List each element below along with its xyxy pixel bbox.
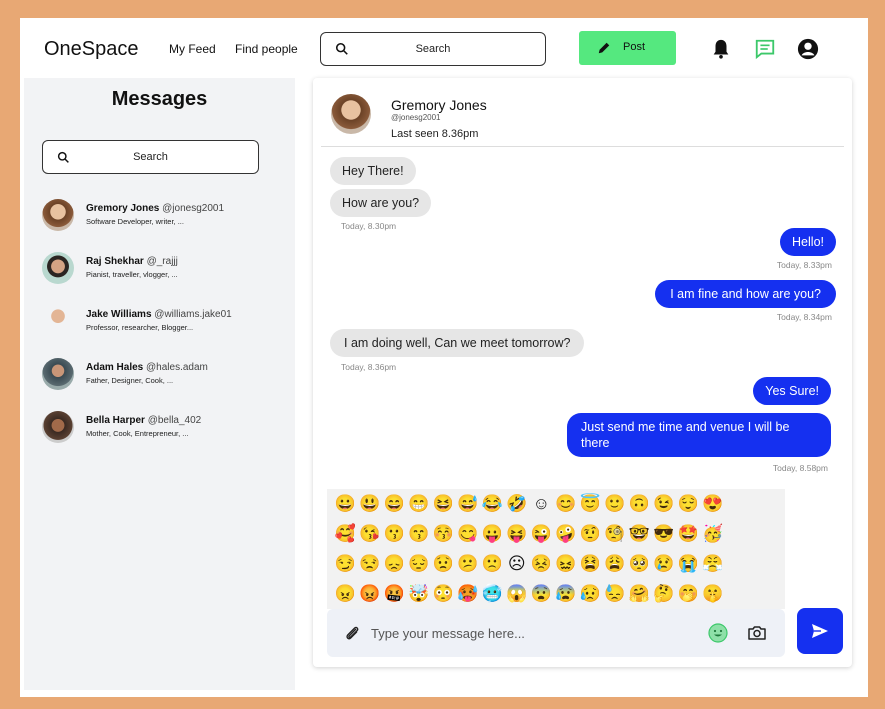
contact-description: Software Developer, writer, ... bbox=[86, 217, 184, 226]
message-bubble-incoming: How are you? bbox=[330, 189, 432, 217]
contact-name: Gremory Jones bbox=[86, 203, 160, 214]
emoji-icon[interactable] bbox=[708, 623, 728, 643]
post-button[interactable]: Post bbox=[579, 31, 676, 65]
emoji-picker[interactable]: 😀 😃 😄 😁 😆 😅 😂 🤣 ☺ 😊 😇 🙂 🙃 😉 😌 😍 🥰 😘 😗 😙 😚 😋 😛 😝 😜 🤪 🤨 🧐 🤓 😎 🤩 🥳 😏 😒 😞 😔 😟 😕… bbox=[327, 489, 785, 609]
sidebar-title: Messages bbox=[111, 88, 208, 110]
message-bubble-outgoing: Yes Sure! bbox=[753, 377, 831, 405]
contact-description: Professor, researcher, Blogger... bbox=[86, 323, 194, 332]
emoji-row[interactable]: 😏 😒 😞 😔 😟 😕 🙁 ☹ 😣 😖 😫 😩 🥺 😢 😭 😤 bbox=[333, 551, 725, 577]
send-button[interactable] bbox=[797, 608, 843, 654]
message-bubble-outgoing: Hello! bbox=[780, 228, 836, 256]
message-bubble-incoming: Hey There! bbox=[330, 157, 416, 185]
contact-item[interactable]: Jake Williams @williams.jake01 Professor… bbox=[42, 305, 282, 345]
message-timestamp: Today, 8.36pm bbox=[341, 362, 397, 372]
message-bubble-outgoing: I am fine and how are you? bbox=[655, 280, 836, 308]
sidebar-search-placeholder: Search bbox=[133, 151, 168, 163]
contact-item[interactable]: Raj Shekhar @_rajjj Pianist, traveller, … bbox=[42, 252, 282, 292]
avatar[interactable] bbox=[331, 94, 371, 134]
message-timestamp: Today, 8.30pm bbox=[341, 221, 397, 231]
pencil-icon bbox=[598, 42, 610, 54]
contact-name: Jake Williams bbox=[86, 309, 152, 320]
contact-item[interactable]: Gremory Jones @jonesg2001 Software Devel… bbox=[42, 199, 282, 239]
message-timestamp: Today, 8.34pm bbox=[776, 312, 832, 322]
post-button-label: Post bbox=[623, 41, 646, 53]
contact-handle: @jonesg2001 bbox=[162, 203, 225, 214]
divider bbox=[321, 146, 844, 147]
contact-handle: @williams.jake01 bbox=[154, 309, 232, 320]
avatar bbox=[42, 199, 74, 231]
contact-name: Bella Harper bbox=[86, 415, 145, 426]
send-icon bbox=[812, 624, 828, 638]
contact-name: Raj Shekhar bbox=[86, 256, 144, 267]
sidebar-search-input[interactable]: Search bbox=[42, 140, 259, 174]
avatar bbox=[42, 358, 74, 390]
contact-description: Mother, Cook, Entrepreneur, ... bbox=[86, 429, 189, 438]
chat-contact-name: Gremory Jones bbox=[391, 97, 487, 113]
avatar bbox=[42, 305, 74, 337]
camera-icon[interactable] bbox=[747, 623, 767, 643]
message-bubble-incoming: I am doing well, Can we meet tomorrow? bbox=[330, 329, 585, 357]
top-search-input[interactable]: Search bbox=[320, 32, 546, 66]
contact-handle: @hales.adam bbox=[146, 362, 208, 373]
app-logo[interactable]: OneSpace bbox=[44, 38, 139, 61]
chat-contact-handle: @jonesg2001 bbox=[391, 113, 441, 122]
emoji-row[interactable]: 😠 😡 🤬 🤯 😳 🥵 🥶 😱 😨 😰 😥 😓 🤗 🤔 🤭 🤫 bbox=[333, 581, 725, 607]
nav-my-feed[interactable]: My Feed bbox=[169, 42, 216, 56]
contact-description: Pianist, traveller, vlogger, ... bbox=[86, 270, 178, 279]
emoji-row[interactable]: 🥰 😘 😗 😙 😚 😋 😛 😝 😜 🤪 🤨 🧐 🤓 😎 🤩 🥳 bbox=[333, 521, 725, 547]
nav-find-people[interactable]: Find people bbox=[235, 42, 298, 56]
messages-sidebar: Messages Search Gremory Jones @jonesg200… bbox=[24, 78, 295, 690]
message-bubble-outgoing: Just send me time and venue I will be th… bbox=[567, 413, 831, 457]
avatar bbox=[42, 411, 74, 443]
message-input[interactable] bbox=[371, 621, 671, 645]
paperclip-icon[interactable] bbox=[343, 624, 361, 642]
contact-item[interactable]: Bella Harper @bella_402 Mother, Cook, En… bbox=[42, 411, 282, 451]
bell-icon[interactable] bbox=[710, 38, 732, 60]
app-frame: OneSpace My Feed Find people Search Post… bbox=[20, 18, 868, 697]
message-timestamp: Today, 8.58pm bbox=[772, 463, 828, 473]
avatar bbox=[42, 252, 74, 284]
contact-handle: @bella_402 bbox=[147, 415, 202, 426]
contact-name: Adam Hales bbox=[86, 362, 144, 373]
message-composer bbox=[327, 609, 785, 657]
chat-panel: Gremory Jones @jonesg2001 Last seen 8.36… bbox=[313, 78, 852, 667]
chat-icon[interactable] bbox=[754, 38, 776, 60]
top-search-placeholder: Search bbox=[415, 43, 451, 55]
emoji-row[interactable]: 😀 😃 😄 😁 😆 😅 😂 🤣 ☺ 😊 😇 🙂 🙃 😉 😌 😍 bbox=[333, 491, 725, 517]
contact-handle: @_rajjj bbox=[146, 256, 178, 267]
chat-header: Gremory Jones @jonesg2001 Last seen 8.36… bbox=[313, 78, 852, 148]
profile-icon[interactable] bbox=[797, 38, 819, 60]
message-timestamp: Today, 8.33pm bbox=[776, 260, 832, 270]
contact-description: Father, Designer, Cook, ... bbox=[86, 376, 174, 385]
contact-item[interactable]: Adam Hales @hales.adam Father, Designer,… bbox=[42, 358, 282, 398]
last-seen-status: Last seen 8.36pm bbox=[391, 128, 479, 140]
